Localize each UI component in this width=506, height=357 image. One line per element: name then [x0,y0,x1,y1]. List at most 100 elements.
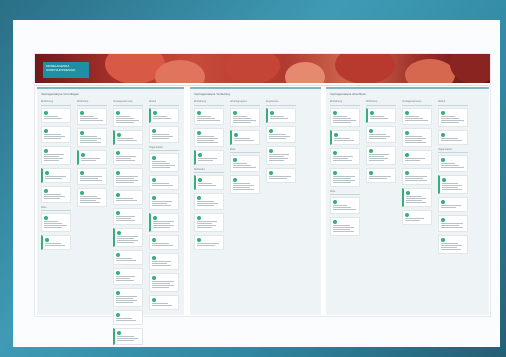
agenda-card[interactable] [113,190,143,205]
agenda-card[interactable] [41,126,71,143]
agenda-card[interactable] [77,188,107,207]
agenda-card[interactable] [149,193,179,210]
agenda-card[interactable] [330,217,360,236]
agenda-card[interactable] [41,146,71,165]
agenda-card[interactable] [366,146,396,165]
agenda-card[interactable] [402,188,432,207]
card-text-line [197,223,213,224]
agenda-card[interactable] [149,235,179,250]
agenda-card[interactable] [77,108,107,125]
agenda-card[interactable] [77,128,107,147]
agenda-card[interactable] [113,130,143,145]
agenda-card[interactable] [266,108,296,123]
agenda-card[interactable] [149,108,179,123]
card-text-line [406,200,422,201]
card-text-line [44,156,60,157]
agenda-card[interactable] [230,130,260,145]
card-text-line [197,243,220,244]
card-text-line [442,185,463,186]
agenda-card[interactable] [149,295,179,310]
agenda-card[interactable] [330,197,360,214]
card-text-line [116,178,134,179]
agenda-card[interactable] [266,146,296,165]
agenda-card[interactable] [330,168,360,187]
agenda-card[interactable] [41,168,71,183]
agenda-card[interactable] [149,213,179,232]
status-dot-icon [117,331,121,335]
agenda-card[interactable] [402,108,432,125]
agenda-card[interactable] [230,155,260,172]
card-text-line [441,225,459,226]
agenda-card[interactable] [41,108,71,123]
card-text-line [269,158,289,159]
card-text-line [197,221,217,222]
agenda-card[interactable] [266,126,296,143]
agenda-card[interactable] [438,215,468,232]
agenda-card[interactable] [330,108,360,127]
agenda-card[interactable] [330,130,360,145]
card-text-line [153,225,175,226]
agenda-card[interactable] [113,148,143,165]
agenda-card[interactable] [402,150,432,165]
agenda-card[interactable] [113,328,143,345]
agenda-card[interactable] [438,155,468,172]
agenda-card[interactable] [149,273,179,292]
agenda-card[interactable] [366,168,396,183]
card-text-line [152,183,170,184]
agenda-card[interactable] [77,168,107,185]
agenda-card[interactable] [113,310,143,325]
agenda-card[interactable] [438,235,468,254]
agenda-card[interactable] [113,228,143,247]
agenda-card[interactable] [41,213,71,232]
agenda-card[interactable] [194,150,224,165]
agenda-card[interactable] [113,108,143,127]
agenda-card[interactable] [366,108,396,123]
agenda-card[interactable] [194,108,224,125]
agenda-card[interactable] [149,153,179,172]
agenda-card[interactable] [366,126,396,143]
card-text-line [441,116,456,117]
agenda-card[interactable] [438,175,468,194]
card-text-line [270,116,284,117]
status-dot-icon [152,156,156,160]
agenda-card[interactable] [438,108,468,127]
agenda-card[interactable] [194,213,224,232]
agenda-card[interactable] [230,108,260,127]
agenda-card[interactable] [41,186,71,203]
agenda-card[interactable] [194,175,224,190]
agenda-card[interactable] [113,268,143,285]
tomato-image [225,54,280,83]
agenda-card[interactable] [230,175,260,194]
status-dot-icon [44,216,48,220]
agenda-card[interactable] [194,235,224,250]
agenda-card[interactable] [41,235,71,250]
agenda-card[interactable] [149,126,179,143]
card-text-line [152,283,170,284]
agenda-card[interactable] [149,175,179,190]
status-dot-icon [405,111,409,115]
status-dot-icon [405,153,409,157]
agenda-card[interactable] [438,130,468,145]
agenda-card[interactable] [149,253,179,270]
agenda-card[interactable] [330,148,360,165]
card-text-line [117,238,134,239]
section-title: Vertragsanalyse Vertiefung [194,92,230,96]
agenda-card[interactable] [266,168,296,183]
card-text-line [333,231,354,232]
agenda-card[interactable] [77,150,107,165]
agenda-card[interactable] [402,168,432,185]
agenda-card[interactable] [113,208,143,225]
agenda-card[interactable] [194,193,224,210]
agenda-card[interactable] [113,168,143,187]
agenda-card[interactable] [402,210,432,225]
card-text-line [234,140,255,141]
agenda-card[interactable] [113,288,143,307]
agenda-card[interactable] [402,128,432,147]
card-text-line [152,261,172,262]
card-text-line [152,163,171,164]
agenda-card[interactable] [113,250,143,265]
agenda-card[interactable] [438,197,468,212]
agenda-card[interactable] [194,128,224,147]
card-text-line [269,160,285,161]
card-text-line [45,243,62,244]
